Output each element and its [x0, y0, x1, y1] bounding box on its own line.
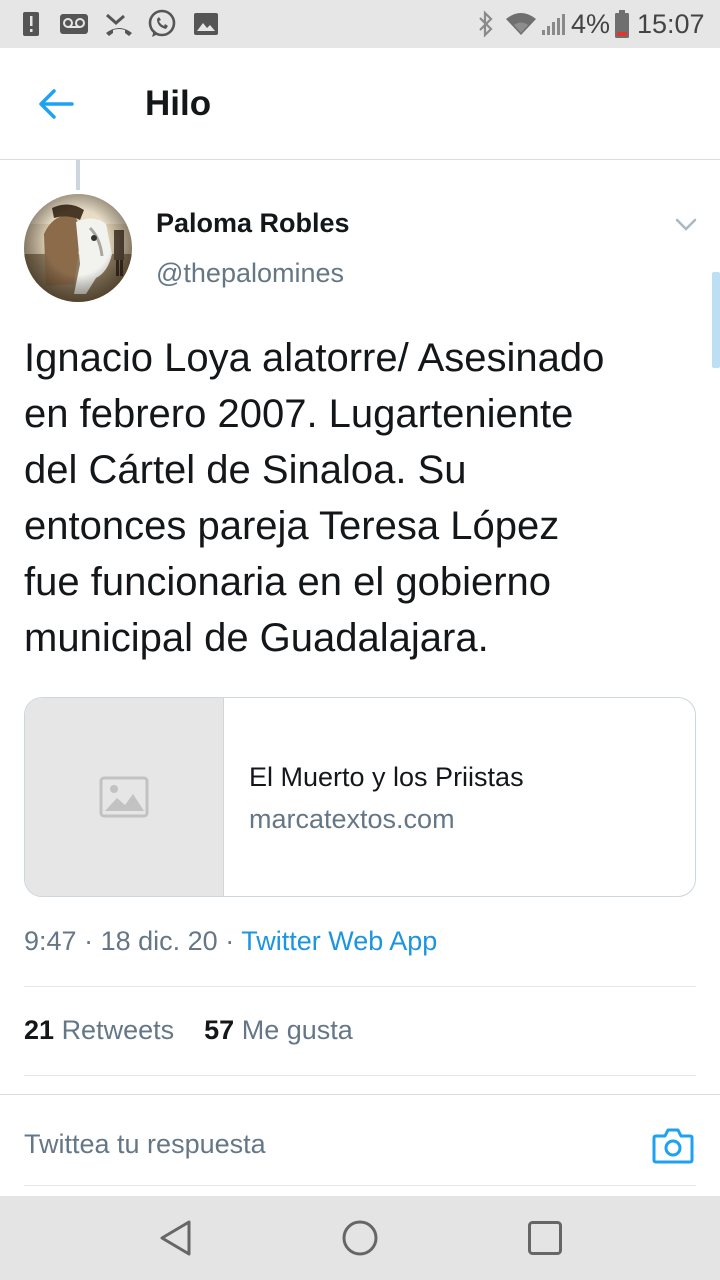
- square-recents-icon: [528, 1221, 562, 1255]
- circle-home-icon: [342, 1220, 378, 1256]
- battery-percent: 4%: [571, 9, 611, 39]
- tweet-source-link[interactable]: Twitter Web App: [241, 926, 437, 956]
- retweets-count: 21: [24, 1015, 55, 1045]
- arrow-left-icon: [39, 89, 74, 119]
- retweets-label: Retweets: [61, 1015, 175, 1045]
- nav-home-button[interactable]: [338, 1216, 382, 1260]
- card-title: El Muerto y los Priistas: [249, 762, 524, 792]
- chevron-down-icon: [675, 218, 697, 231]
- tweet-time: 9:47: [24, 926, 77, 956]
- nav-back-button[interactable]: [153, 1216, 197, 1260]
- scrollbar-thumb[interactable]: [712, 272, 720, 368]
- whatsapp-icon: [146, 0, 178, 48]
- page-title: Hilo: [145, 84, 212, 123]
- avatar[interactable]: [24, 194, 132, 302]
- author-name[interactable]: Paloma Robles: [156, 208, 350, 239]
- tweet-date: 18 dic. 20: [100, 926, 218, 956]
- missed-call-icon: [103, 0, 135, 48]
- tweet-meta: 9:47 · 18 dic. 20 · Twitter Web App: [24, 926, 437, 957]
- tweet-stats: 21 Retweets 57 Me gusta: [24, 1015, 353, 1046]
- wifi-icon: [504, 0, 538, 48]
- divider: [24, 986, 696, 987]
- system-nav-bar: [0, 1196, 720, 1280]
- back-button[interactable]: [30, 78, 82, 130]
- likes-stat[interactable]: 57 Me gusta: [204, 1015, 353, 1045]
- link-card[interactable]: El Muerto y los Priistas marcatextos.com: [24, 697, 696, 897]
- reply-bar: Twittea tu respuesta: [0, 1094, 720, 1196]
- retweets-stat[interactable]: 21 Retweets: [24, 1015, 174, 1045]
- card-thumbnail: [25, 698, 224, 896]
- image-placeholder-icon: [99, 776, 149, 818]
- image-icon: [192, 0, 220, 48]
- camera-icon: [652, 1128, 694, 1164]
- reply-input[interactable]: Twittea tu respuesta: [24, 1129, 266, 1160]
- status-bar: 4% 15:07: [0, 0, 720, 48]
- thread-connector-line: [76, 160, 80, 190]
- alert-icon: [18, 0, 44, 48]
- card-domain: marcatextos.com: [249, 804, 455, 834]
- author-handle[interactable]: @thepalomines: [156, 258, 344, 289]
- signal-icon: [540, 0, 568, 48]
- app-bar: Hilo: [0, 48, 720, 160]
- battery-icon: [613, 0, 631, 48]
- clock: 15:07: [637, 9, 705, 39]
- tweet-options-button[interactable]: [670, 210, 702, 240]
- tweet-text: Ignacio Loya alatorre/ Asesinado en febr…: [24, 336, 605, 660]
- meta-separator: ·: [225, 926, 235, 956]
- likes-label: Me gusta: [241, 1015, 353, 1045]
- nav-recents-button[interactable]: [523, 1216, 567, 1260]
- divider: [24, 1185, 696, 1186]
- meta-separator: ·: [84, 926, 94, 956]
- voicemail-icon: [58, 0, 90, 48]
- camera-button[interactable]: [650, 1125, 696, 1167]
- likes-count: 57: [204, 1015, 235, 1045]
- divider: [24, 1075, 696, 1076]
- bluetooth-icon: [474, 0, 498, 48]
- triangle-back-icon: [160, 1220, 191, 1256]
